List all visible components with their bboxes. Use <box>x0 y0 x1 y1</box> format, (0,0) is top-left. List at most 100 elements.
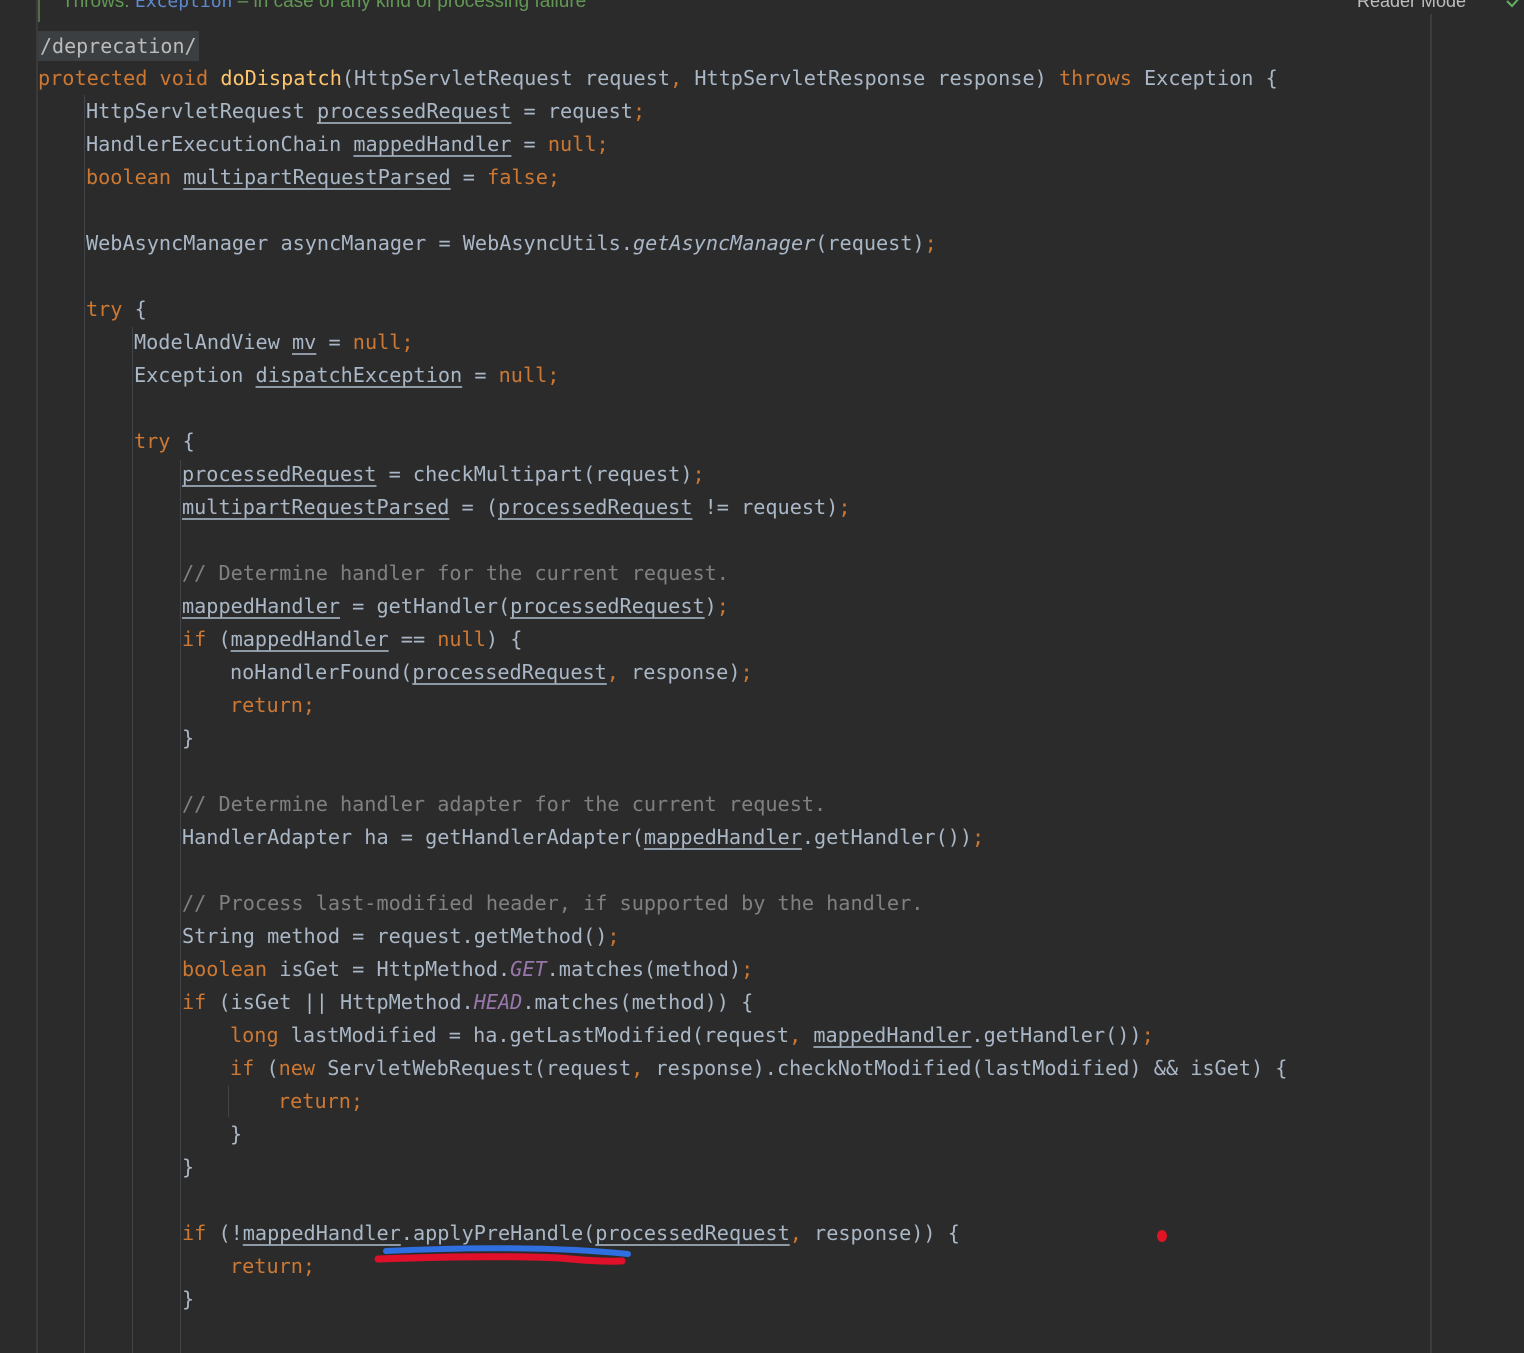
highlight-underline <box>374 1245 631 1265</box>
code-line: try { <box>134 425 195 458</box>
code-token: .matches(method)) { <box>522 990 754 1014</box>
code-line: if (isGet || HttpMethod.HEAD.matches(met… <box>182 986 753 1019</box>
code-variable: multipartRequestParsed <box>182 495 450 519</box>
code-token: (HttpServletRequest request <box>341 66 671 90</box>
code-line: } <box>182 1151 194 1184</box>
code-token: ; <box>692 462 705 486</box>
code-token: getAsyncManager <box>632 231 816 255</box>
code-token: { <box>182 429 195 453</box>
code-token: return; <box>230 693 316 717</box>
code-token: if <box>182 1221 219 1245</box>
code-token: } <box>230 1122 243 1146</box>
code-line: } <box>182 1283 194 1316</box>
code-variable: processedRequest <box>316 99 512 123</box>
code-token: HttpServletResponse response) <box>694 66 1059 90</box>
code-token: doDispatch <box>220 66 342 90</box>
code-token: = request <box>511 99 633 123</box>
code-line: String method = request.getMethod(); <box>182 920 620 953</box>
code-token: Exception <box>134 363 256 387</box>
javadoc-exception-link[interactable]: Exception <box>135 0 233 12</box>
code-token: lastModified = ha.getLastModified(reques… <box>290 1023 790 1047</box>
code-token: != request) <box>692 495 839 519</box>
indent-guide <box>84 95 85 1353</box>
code-token: ServletWebRequest(request <box>327 1056 632 1080</box>
code-token: = <box>450 165 488 189</box>
code-variable: dispatchException <box>255 363 463 387</box>
code-token: if <box>230 1056 267 1080</box>
code-line: Exception dispatchException = null; <box>134 359 559 392</box>
code-token: null; <box>352 330 414 354</box>
code-token: ; <box>632 99 646 123</box>
code-variable: mappedHandler <box>643 825 802 849</box>
code-token: long <box>230 1023 291 1047</box>
code-line: if (mappedHandler == null) { <box>182 623 522 656</box>
code-token: = ( <box>449 495 499 519</box>
code-line: // Process last-modified header, if supp… <box>182 887 923 920</box>
code-variable: mv <box>292 330 317 354</box>
code-token: = <box>316 330 353 354</box>
code-token: = <box>511 132 548 156</box>
code-token: { <box>134 297 147 321</box>
code-token: .getHandler()) <box>971 1023 1142 1047</box>
code-variable: mappedHandler <box>353 132 512 156</box>
code-token: if <box>182 990 219 1014</box>
code-token: GET <box>510 957 547 981</box>
code-token: if <box>182 627 219 651</box>
code-line: multipartRequestParsed = (processedReque… <box>182 491 851 524</box>
indent-guide <box>132 327 133 1353</box>
code-line: } <box>182 722 194 755</box>
code-line: processedRequest = checkMultipart(reques… <box>182 458 705 491</box>
code-line: try { <box>86 293 147 326</box>
code-line: protected void doDispatch(HttpServletReq… <box>38 62 1278 95</box>
code-token: .getHandler()) <box>801 825 973 849</box>
code-variable: processedRequest <box>595 1221 790 1245</box>
javadoc-bar <box>38 0 40 22</box>
code-token: isGet = HttpMethod. <box>279 957 511 981</box>
code-token: response).checkNotModified(lastModified)… <box>655 1056 1288 1080</box>
code-variable: processedRequest <box>412 660 607 684</box>
code-token: ; <box>740 660 753 684</box>
code-token: ) { <box>485 627 523 651</box>
code-variable: mappedHandler <box>242 1221 401 1245</box>
code-token: ; <box>607 924 620 948</box>
code-token: String method = request.getMethod() <box>182 924 608 948</box>
reader-mode-button[interactable]: Reader Mode <box>1357 0 1466 12</box>
javadoc-throws: Throws: Exception – in case of any kind … <box>62 0 586 13</box>
code-token: } <box>182 726 195 750</box>
code-variable: mappedHandler <box>182 594 341 618</box>
code-token: == <box>388 627 438 651</box>
code-token: , <box>789 1023 814 1047</box>
code-line: long lastModified = ha.getLastModified(r… <box>230 1019 1154 1052</box>
code-token: response) <box>631 660 741 684</box>
code-token: boolean <box>86 165 184 189</box>
check-icon[interactable] <box>1505 0 1523 8</box>
code-token: ModelAndView <box>134 330 293 354</box>
code-line: return; <box>278 1085 363 1118</box>
code-line: noHandlerFound(processedRequest, respons… <box>230 656 753 689</box>
code-line: boolean multipartRequestParsed = false; <box>86 161 560 194</box>
code-variable: mappedHandler <box>813 1023 972 1047</box>
code-token: } <box>182 1155 195 1179</box>
code-line: // Determine handler for the current req… <box>182 557 729 590</box>
code-token: , <box>670 66 695 90</box>
code-token: HandlerAdapter ha = getHandlerAdapter( <box>182 825 644 849</box>
code-token: new <box>278 1056 328 1080</box>
code-line: HandlerAdapter ha = getHandlerAdapter(ma… <box>182 821 984 854</box>
code-token: ; <box>741 957 754 981</box>
indent-guide <box>180 657 181 720</box>
code-line: HttpServletRequest processedRequest = re… <box>86 95 645 128</box>
code-token: = getHandler( <box>340 594 511 618</box>
code-variable: mappedHandler <box>230 627 389 651</box>
code-token: try <box>134 429 183 453</box>
code-token: WebAsyncManager asyncManager = WebAsyncU… <box>86 231 633 255</box>
code-token: ; <box>972 825 985 849</box>
javadoc-throws-label: Throws: <box>62 0 130 12</box>
editor-gutter-line <box>36 0 38 1353</box>
code-line: boolean isGet = HttpMethod.GET.matches(m… <box>182 953 753 986</box>
code-token: response)) { <box>814 1221 960 1245</box>
code-token: boolean <box>182 957 280 981</box>
code-token: HandlerExecutionChain <box>86 132 354 156</box>
code-token: (request) <box>815 231 925 255</box>
code-token: = checkMultipart(request) <box>376 462 693 486</box>
indent-guide <box>180 1250 181 1283</box>
